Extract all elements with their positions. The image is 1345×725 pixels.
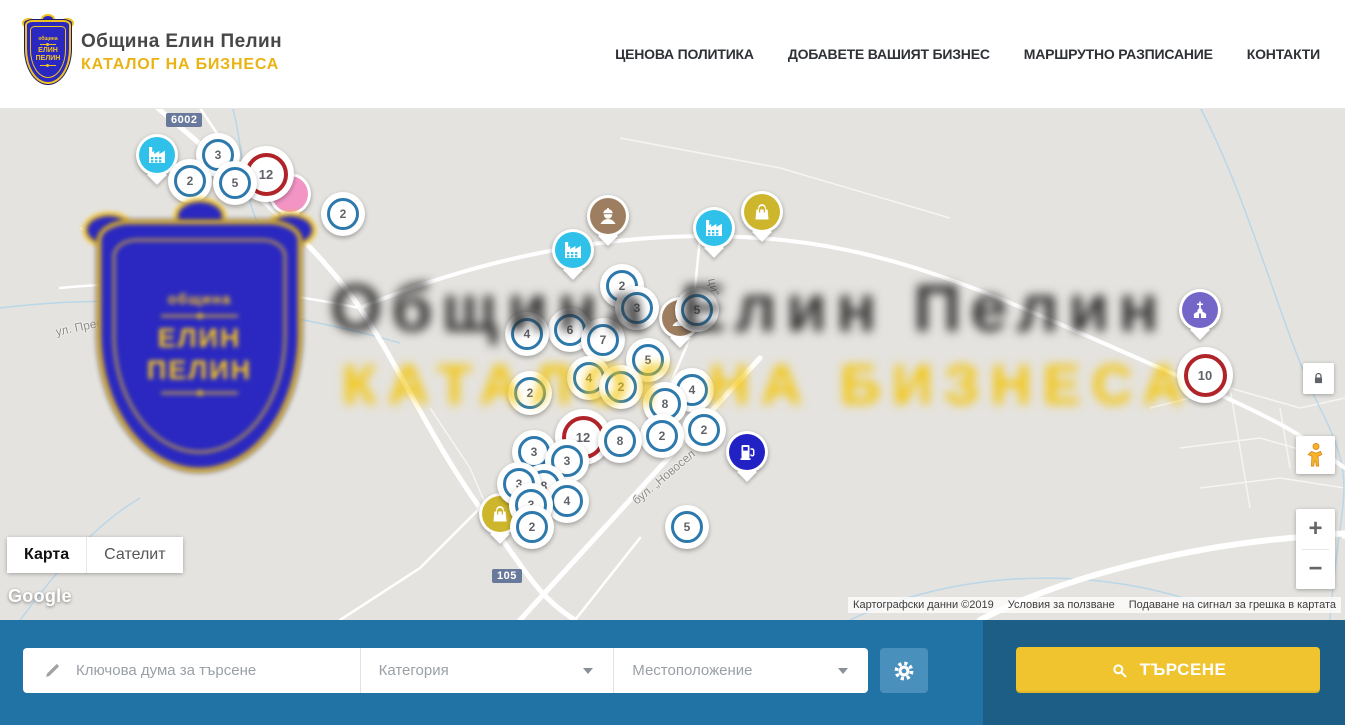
site-subtitle: КАТАЛОГ НА БИЗНЕСА [81, 56, 282, 74]
attribution-report-link[interactable]: Подаване на сигнал за грешка в картата [1129, 599, 1336, 611]
map-type-control: Карта Сателит [7, 537, 183, 573]
cluster-marker[interactable]: 2 [508, 371, 552, 415]
cluster-count: 4 [511, 318, 543, 350]
emblem-divider [40, 65, 56, 66]
search-button-label: ТЪРСЕНЕ [1140, 660, 1227, 680]
pencil-icon [43, 661, 62, 680]
map-type-map-button[interactable]: Карта [7, 537, 87, 573]
nav-item-route-schedule[interactable]: МАРШРУТНО РАЗПИСАНИЕ [1024, 46, 1213, 62]
pin-marker-fuel[interactable] [726, 431, 768, 473]
cluster-count: 2 [174, 165, 206, 197]
chevron-down-icon [583, 668, 593, 674]
nav-item-add-business[interactable]: ДОБАВЕТЕ ВАШИЯТ БИЗНЕС [788, 46, 990, 62]
page: община ЕЛИН ПЕЛИН Община Елин Пелин КАТА… [0, 0, 1345, 725]
pin-marker-factory[interactable] [693, 207, 735, 249]
cluster-marker[interactable]: 2 [321, 192, 365, 236]
search-button-panel: ТЪРСЕНЕ [983, 620, 1345, 725]
cluster-count: 7 [587, 324, 619, 356]
google-map[interactable]: 6002105 ул. Преславбул. „Новоселци“ 3212… [0, 108, 1345, 620]
cluster-count: 3 [621, 292, 653, 324]
factory-icon [139, 137, 175, 173]
chevron-down-icon [838, 668, 848, 674]
cluster-count: 2 [646, 420, 678, 452]
nav-item-contacts[interactable]: КОНТАКТИ [1247, 46, 1320, 62]
cluster-marker[interactable]: 5 [665, 505, 709, 549]
location-select[interactable]: Местоположение [614, 648, 868, 693]
cluster-count: 2 [516, 511, 548, 543]
church-icon [1182, 292, 1218, 328]
nav-item-pricing[interactable]: ЦЕНОВА ПОЛИТИКА [615, 46, 754, 62]
zoom-out-button[interactable]: − [1296, 550, 1335, 590]
category-select-label: Категория [379, 662, 449, 679]
cluster-count: 2 [688, 414, 720, 446]
site-header: община ЕЛИН ПЕЛИН Община Елин Пелин КАТА… [0, 0, 1345, 109]
padlock-icon [1310, 370, 1327, 387]
map-type-satellite-button[interactable]: Сателит [87, 537, 182, 573]
attribution-copyright: Картографски данни ©2019 [853, 599, 994, 611]
municipality-emblem-icon: община ЕЛИН ПЕЛИН [25, 20, 71, 84]
cluster-marker[interactable]: 8 [598, 419, 642, 463]
main-nav: ЦЕНОВА ПОЛИТИКА ДОБАВЕТЕ ВАШИЯТ БИЗНЕС М… [615, 0, 1320, 108]
google-logo[interactable]: Google [8, 586, 72, 607]
fuel-icon [729, 434, 765, 470]
search-button[interactable]: ТЪРСЕНЕ [1016, 647, 1320, 693]
emblem-name-line2: ПЕЛИН [36, 55, 61, 63]
cluster-marker[interactable]: 2 [510, 505, 554, 549]
emblem-divider [40, 44, 56, 45]
pegman-streetview-button[interactable] [1296, 436, 1335, 474]
cluster-count: 2 [605, 371, 637, 403]
cluster-marker[interactable]: 5 [213, 161, 257, 205]
pin-marker-factory[interactable] [552, 229, 594, 271]
pin-marker-shopping-bag[interactable] [741, 191, 783, 233]
site-title: Община Елин Пелин [81, 31, 282, 53]
keyword-search-input[interactable] [74, 661, 360, 680]
zoom-control: + − [1296, 509, 1335, 589]
site-logo[interactable]: община ЕЛИН ПЕЛИН Община Елин Пелин КАТА… [25, 20, 282, 84]
location-select-label: Местоположение [632, 662, 752, 679]
shopping-bag-icon [744, 194, 780, 230]
cluster-count: 5 [681, 294, 713, 326]
search-filters: Категория Местоположение [23, 648, 868, 693]
advanced-settings-button[interactable] [880, 648, 928, 693]
map-attribution: Картографски данни ©2019 Условия за полз… [848, 597, 1341, 613]
cluster-marker[interactable]: 2 [640, 414, 684, 458]
road-shield-label: 105 [492, 569, 522, 583]
zoom-in-button[interactable]: + [1296, 509, 1335, 549]
emblem-top-text: община [38, 36, 57, 42]
cluster-marker[interactable]: 2 [168, 159, 212, 203]
factory-icon [555, 232, 591, 268]
cluster-count: 8 [604, 425, 636, 457]
cluster-marker[interactable]: 2 [682, 408, 726, 452]
keyword-section [23, 648, 360, 693]
pin-marker-worker[interactable] [587, 195, 629, 237]
pin-marker-church[interactable] [1179, 289, 1221, 331]
cluster-marker[interactable]: 3 [615, 286, 659, 330]
cluster-count: 10 [1184, 354, 1227, 397]
cluster-count: 2 [514, 377, 546, 409]
gear-icon [891, 658, 917, 684]
attribution-terms-link[interactable]: Условия за ползване [1008, 599, 1115, 611]
emblem-name-line1: ЕЛИН [38, 47, 58, 55]
cluster-marker[interactable]: 5 [675, 288, 719, 332]
cluster-count: 4 [551, 485, 583, 517]
cluster-marker[interactable]: 10 [1177, 347, 1233, 403]
lock-control-button[interactable] [1303, 363, 1334, 394]
pegman-icon [1304, 441, 1328, 469]
cluster-marker[interactable]: 2 [599, 365, 643, 409]
cluster-count: 2 [327, 198, 359, 230]
cluster-count: 5 [671, 511, 703, 543]
emblem-shield: община ЕЛИН ПЕЛИН [25, 20, 71, 84]
cluster-marker[interactable]: 4 [505, 312, 549, 356]
search-icon [1110, 661, 1129, 680]
search-bar: Категория Местоположение ТЪРСЕ [0, 620, 1345, 725]
cluster-count: 5 [219, 167, 251, 199]
worker-icon [590, 198, 626, 234]
road-shield-label: 6002 [166, 113, 202, 127]
category-select[interactable]: Категория [361, 648, 614, 693]
factory-icon [696, 210, 732, 246]
